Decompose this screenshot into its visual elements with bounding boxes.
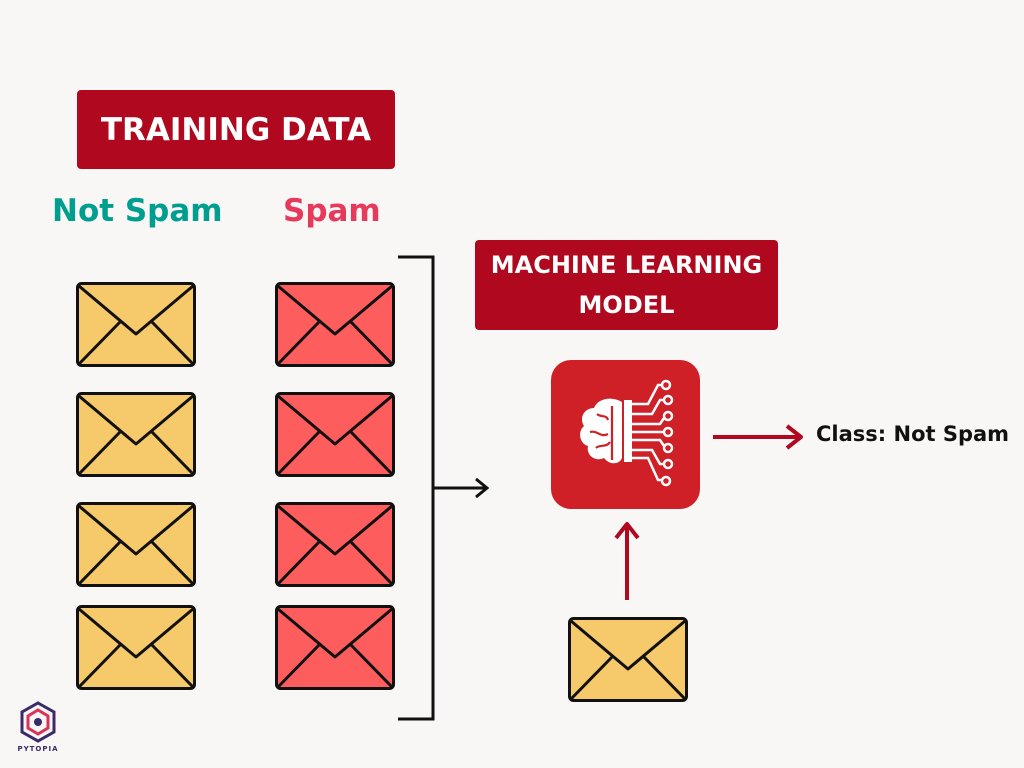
- training-arrow-icon: [433, 477, 490, 499]
- not-spam-envelope-icon: [76, 605, 196, 690]
- input-arrow-icon: [614, 522, 640, 600]
- spam-envelope-icon: [275, 392, 395, 477]
- output-arrow-icon: [713, 424, 803, 450]
- not-spam-envelopes: [76, 282, 196, 690]
- spam-envelope-icon: [275, 605, 395, 690]
- output-class-label: Class: Not Spam: [816, 422, 1010, 446]
- training-bracket: [398, 255, 435, 721]
- pytopia-logo-text: PYTOPIA: [17, 745, 59, 753]
- input-email-envelope-icon: [568, 617, 688, 702]
- spam-envelope-icon: [275, 282, 395, 367]
- not-spam-envelope-icon: [76, 502, 196, 587]
- not-spam-envelope-icon: [76, 282, 196, 367]
- brain-circuit-icon: [551, 360, 700, 509]
- not-spam-envelope-icon: [76, 392, 196, 477]
- diagram-canvas: [76, 255, 803, 721]
- spam-envelope-icon: [275, 502, 395, 587]
- spam-envelopes: [275, 282, 395, 690]
